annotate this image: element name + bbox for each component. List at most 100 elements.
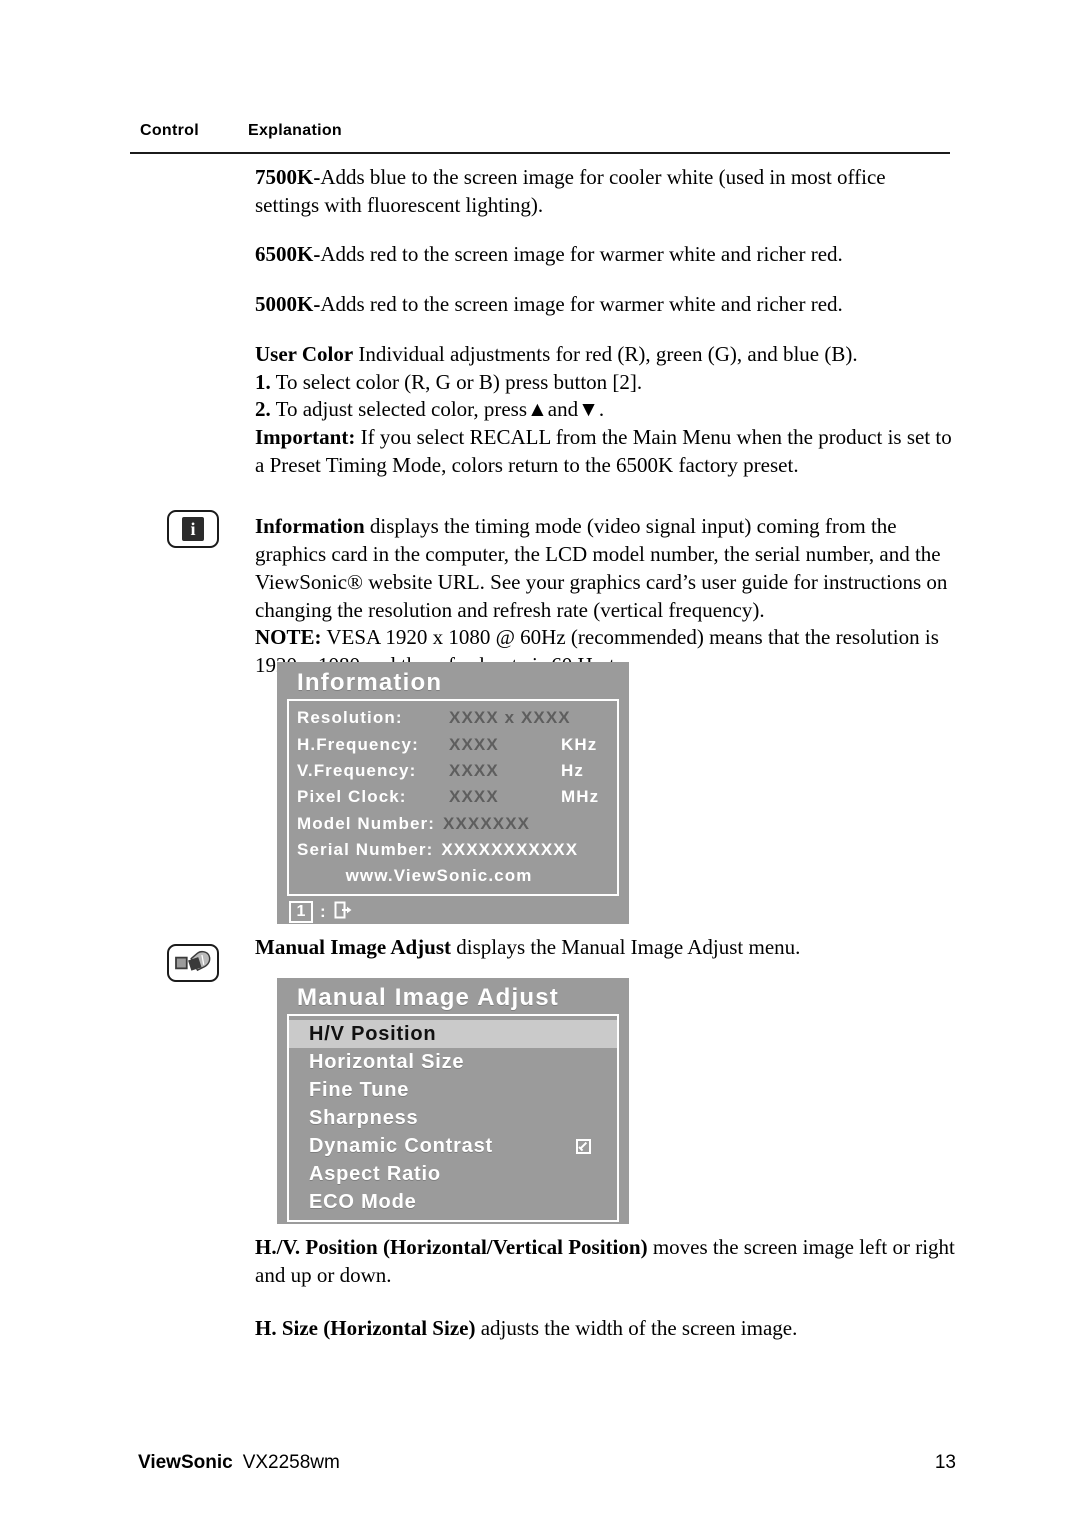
menu-item-label: Horizontal Size bbox=[309, 1051, 465, 1074]
osd-information-title: Information bbox=[297, 669, 443, 696]
menu-item-aspect-ratio[interactable]: Aspect Ratio bbox=[297, 1160, 611, 1188]
info-row: H.Frequency: XXXX KHz bbox=[297, 732, 611, 758]
menu-item-dynamic-contrast[interactable]: Dynamic Contrast bbox=[297, 1132, 611, 1160]
column-header-control: Control bbox=[140, 122, 199, 139]
menu-item-label: Dynamic Contrast bbox=[309, 1135, 493, 1158]
text-6500k: Adds red to the screen image for warmer … bbox=[320, 242, 843, 267]
info-row: Model Number: XXXXXXX bbox=[297, 811, 611, 837]
menu-item-label: Sharpness bbox=[309, 1107, 419, 1130]
menu-item-label: ECO Mode bbox=[309, 1191, 417, 1214]
menu-item-horizontal-size[interactable]: Horizontal Size bbox=[297, 1048, 611, 1076]
osd-manual-image-adjust-panel: Manual Image Adjust H/V Position Horizon… bbox=[277, 978, 629, 1250]
paragraph-step-1: 1. To select color (R, G or B) press but… bbox=[255, 369, 955, 397]
text-manual-image-adjust: displays the Manual Image Adjust menu. bbox=[451, 935, 801, 959]
info-row: Pixel Clock: XXXX MHz bbox=[297, 784, 611, 810]
header-divider bbox=[130, 152, 950, 154]
footer-brand: ViewSonic bbox=[138, 1452, 233, 1473]
info-row-value: XXXX bbox=[449, 734, 499, 754]
dynamic-contrast-checkbox[interactable] bbox=[576, 1138, 591, 1154]
info-row-label: H.Frequency: bbox=[297, 734, 419, 754]
info-row-value: XXXX bbox=[449, 760, 499, 780]
label-5000k: 5000K- bbox=[255, 292, 321, 317]
explanation-body: 7500K-Adds blue to the screen image for … bbox=[255, 164, 955, 700]
info-row: V.Frequency: XXXX Hz bbox=[297, 758, 611, 784]
trailing-paragraphs: H./V. Position (Horizontal/Vertical Posi… bbox=[255, 1234, 955, 1365]
text-h-size: adjusts the width of the screen image. bbox=[475, 1316, 798, 1341]
info-row-label: Model Number: bbox=[297, 813, 436, 833]
label-note: NOTE: bbox=[255, 625, 322, 650]
menu-item-label: Aspect Ratio bbox=[309, 1163, 441, 1186]
step-2-number: 2. bbox=[255, 397, 271, 422]
column-header-explanation: Explanation bbox=[248, 122, 342, 139]
user-color-block: User Color Individual adjustments for re… bbox=[255, 341, 955, 480]
step-2-text: To adjust selected color, press bbox=[270, 397, 527, 422]
osd-information-body: Resolution: XXXX x XXXX H.Frequency: XXXX K… bbox=[287, 699, 619, 896]
paragraph-h-size: H. Size (Horizontal Size) adjusts the wi… bbox=[255, 1315, 955, 1343]
paragraph-important: Important: If you select RECALL from the… bbox=[255, 424, 955, 479]
step-1-text: To select color (R, G or B) press button… bbox=[270, 369, 643, 394]
info-row-value: XXXXXXXXXXX bbox=[441, 839, 579, 859]
paragraph-6500k: 6500K-Adds red to the screen image for w… bbox=[255, 241, 955, 269]
up-arrow-icon: ▲ bbox=[527, 397, 548, 422]
step-1-number: 1. bbox=[255, 369, 271, 394]
key-label-1: 1 bbox=[289, 901, 313, 924]
text-5000k: Adds red to the screen image for warmer … bbox=[320, 292, 843, 317]
document-page: Control Explanation 7500K-Adds blue to th… bbox=[0, 0, 1080, 1527]
menu-item-label: H/V Position bbox=[309, 1023, 437, 1046]
info-row: Serial Number: XXXXXXXXXXX bbox=[297, 837, 611, 863]
page-footer: ViewSonic VX2258wm 13 bbox=[138, 1452, 956, 1474]
label-user-color: User Color bbox=[255, 341, 354, 366]
info-row-label: Serial Number: bbox=[297, 839, 434, 859]
info-row-label: Resolution: bbox=[297, 708, 403, 728]
down-arrow-icon: ▼ bbox=[578, 397, 599, 422]
paragraph-user-color: User Color Individual adjustments for re… bbox=[255, 341, 955, 369]
step-2-and: and bbox=[547, 397, 579, 422]
label-7500k: 7500K- bbox=[255, 165, 321, 189]
paragraph-manual-image-adjust: Manual Image Adjust displays the Manual … bbox=[255, 934, 955, 962]
paragraph-hv-position: H./V. Position (Horizontal/Vertical Posi… bbox=[255, 1234, 955, 1289]
text-user-color: Individual adjustments for red (R), gree… bbox=[353, 341, 858, 366]
paragraph-step-2: 2. To adjust selected color, press▲and▼. bbox=[255, 396, 955, 424]
label-important: Important: bbox=[255, 425, 356, 450]
info-row-label: Pixel Clock: bbox=[297, 787, 407, 807]
paragraph-5000k: 5000K-Adds red to the screen image for w… bbox=[255, 291, 955, 319]
info-row-value: XXXX x XXXX bbox=[449, 708, 571, 728]
osd-manual-title: Manual Image Adjust bbox=[297, 984, 559, 1011]
paragraph-information: Information displays the timing mode (vi… bbox=[255, 513, 955, 624]
menu-item-sharpness[interactable]: Sharpness bbox=[297, 1104, 611, 1132]
info-row-label: V.Frequency: bbox=[297, 760, 417, 780]
menu-item-hv-position[interactable]: H/V Position bbox=[289, 1020, 617, 1049]
step-2-end: . bbox=[598, 397, 605, 422]
menu-item-label: Fine Tune bbox=[309, 1079, 410, 1102]
label-information: Information bbox=[255, 514, 365, 539]
info-row-unit: Hz bbox=[561, 760, 584, 780]
menu-item-fine-tune[interactable]: Fine Tune bbox=[297, 1076, 611, 1104]
paragraph-7500k: 7500K-Adds blue to the screen image for … bbox=[255, 164, 955, 219]
menu-item-eco-mode[interactable]: ECO Mode bbox=[297, 1188, 611, 1216]
information-block: Information displays the timing mode (vi… bbox=[255, 513, 955, 679]
information-letter-i: i bbox=[182, 517, 204, 541]
key-colon: : bbox=[320, 902, 326, 922]
info-row-unit: MHz bbox=[561, 787, 600, 807]
osd-information-url: www.ViewSonic.com bbox=[345, 866, 533, 886]
footer-page-number: 13 bbox=[934, 1452, 956, 1473]
info-row: Resolution: XXXX x XXXX bbox=[297, 705, 611, 731]
information-icon: i bbox=[167, 510, 219, 548]
table-column-headers: Control Explanation bbox=[140, 122, 960, 140]
osd-manual-menu: H/V Position Horizontal Size Fine Tune S… bbox=[287, 1014, 619, 1223]
info-row-value: XXXXXXX bbox=[443, 813, 531, 833]
exit-icon bbox=[333, 900, 353, 925]
info-row-value: XXXX bbox=[449, 787, 499, 807]
label-h-size: H. Size (Horizontal Size) bbox=[255, 1316, 476, 1341]
manual-image-adjust-icon bbox=[167, 944, 219, 982]
footer-model: VX2258wm bbox=[242, 1452, 340, 1473]
osd-information-panel: Information Resolution: XXXX x XXXX H.Fre… bbox=[277, 662, 629, 924]
info-row-unit: KHz bbox=[561, 734, 598, 754]
label-6500k: 6500K- bbox=[255, 242, 321, 267]
text-important: If you select RECALL from the Main Menu … bbox=[255, 425, 952, 477]
osd-information-footer: 1 : bbox=[287, 900, 619, 925]
footer-brand-model: ViewSonic VX2258wm bbox=[138, 1452, 340, 1474]
osd-footer-key-1[interactable]: 1 : bbox=[289, 900, 353, 925]
label-hv-position: H./V. Position (Horizontal/Vertical Posi… bbox=[255, 1235, 648, 1259]
label-manual-image-adjust: Manual Image Adjust bbox=[255, 935, 452, 959]
